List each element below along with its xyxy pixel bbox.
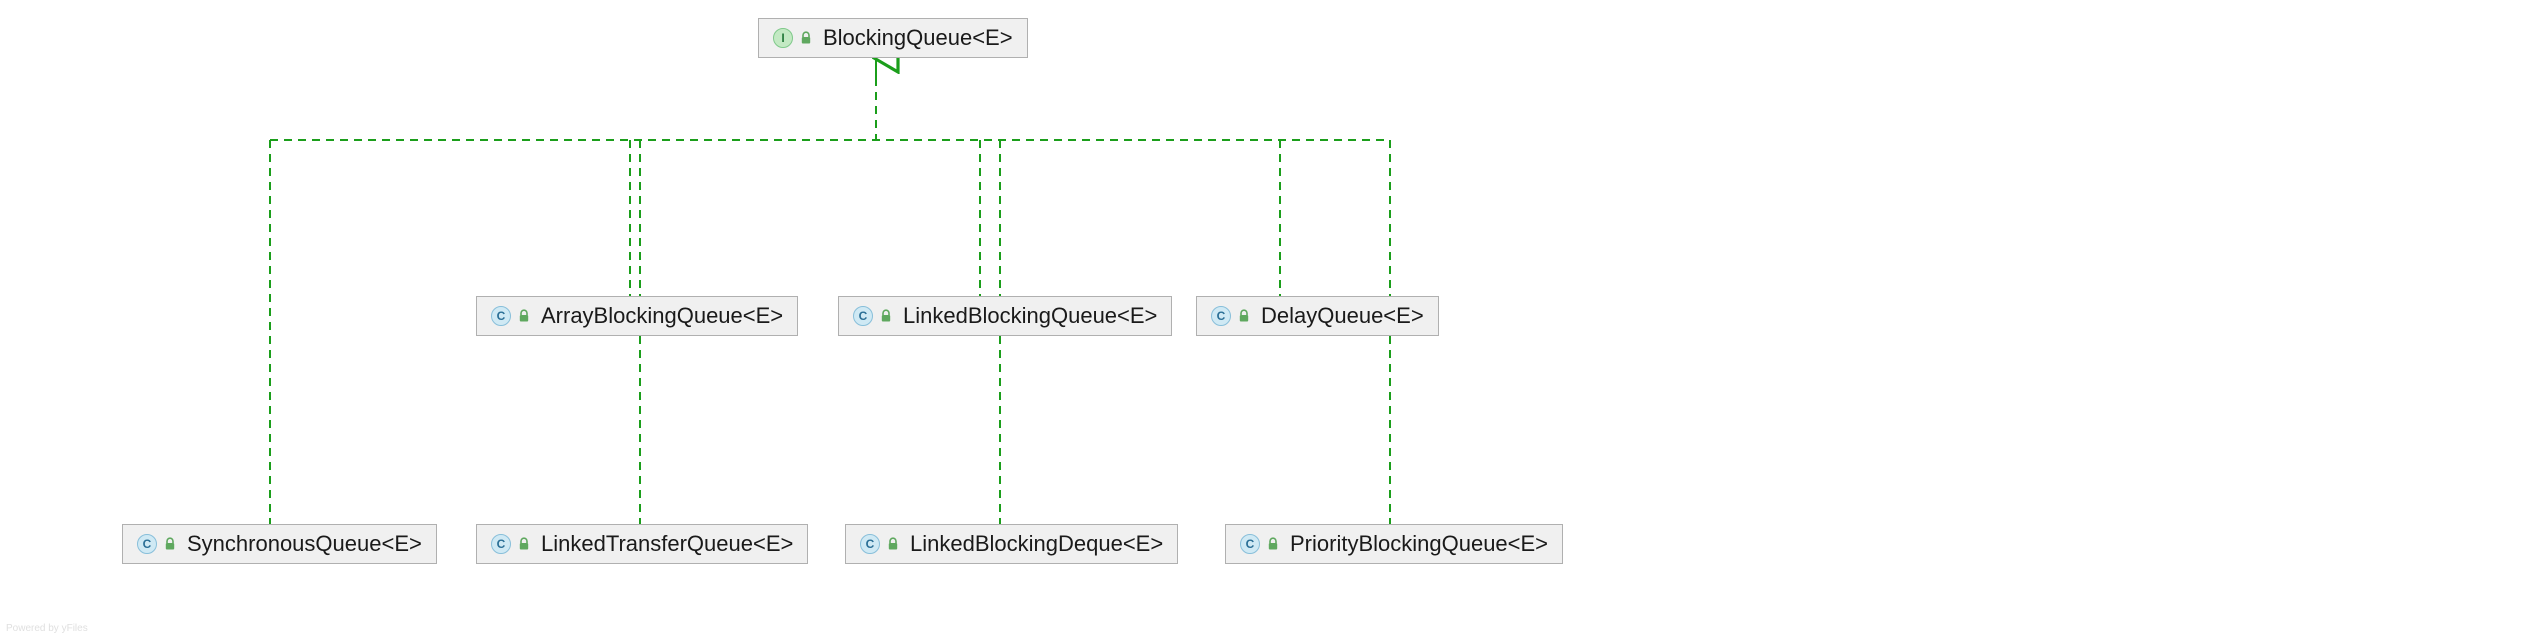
watermark-text: Powered by yFiles (6, 623, 88, 634)
class-icon: C (1211, 306, 1231, 326)
lock-icon (517, 309, 531, 323)
lock-icon (163, 537, 177, 551)
class-icon: C (491, 534, 511, 554)
node-label: LinkedTransferQueue<E> (541, 531, 793, 557)
node-label: LinkedBlockingDeque<E> (910, 531, 1163, 557)
lock-icon (1266, 537, 1280, 551)
node-linkedblockingdeque[interactable]: C LinkedBlockingDeque<E> (845, 524, 1178, 564)
node-label: LinkedBlockingQueue<E> (903, 303, 1157, 329)
node-priorityblockingqueue[interactable]: C PriorityBlockingQueue<E> (1225, 524, 1563, 564)
node-label: ArrayBlockingQueue<E> (541, 303, 783, 329)
lock-icon (879, 309, 893, 323)
class-icon: C (853, 306, 873, 326)
node-linkedtransferqueue[interactable]: C LinkedTransferQueue<E> (476, 524, 808, 564)
node-blockingqueue[interactable]: I BlockingQueue<E> (758, 18, 1028, 58)
node-delayqueue[interactable]: C DelayQueue<E> (1196, 296, 1439, 336)
node-arrayblockingqueue[interactable]: C ArrayBlockingQueue<E> (476, 296, 798, 336)
class-icon: C (860, 534, 880, 554)
class-hierarchy-diagram: I BlockingQueue<E> C ArrayBlockingQueue<… (0, 0, 2526, 640)
interface-icon: I (773, 28, 793, 48)
node-linkedblockingqueue[interactable]: C LinkedBlockingQueue<E> (838, 296, 1172, 336)
lock-icon (1237, 309, 1251, 323)
node-label: SynchronousQueue<E> (187, 531, 422, 557)
class-icon: C (1240, 534, 1260, 554)
node-label: PriorityBlockingQueue<E> (1290, 531, 1548, 557)
lock-icon (517, 537, 531, 551)
node-synchronousqueue[interactable]: C SynchronousQueue<E> (122, 524, 437, 564)
node-label: BlockingQueue<E> (823, 25, 1013, 51)
class-icon: C (491, 306, 511, 326)
class-icon: C (137, 534, 157, 554)
lock-icon (799, 31, 813, 45)
node-label: DelayQueue<E> (1261, 303, 1424, 329)
lock-icon (886, 537, 900, 551)
